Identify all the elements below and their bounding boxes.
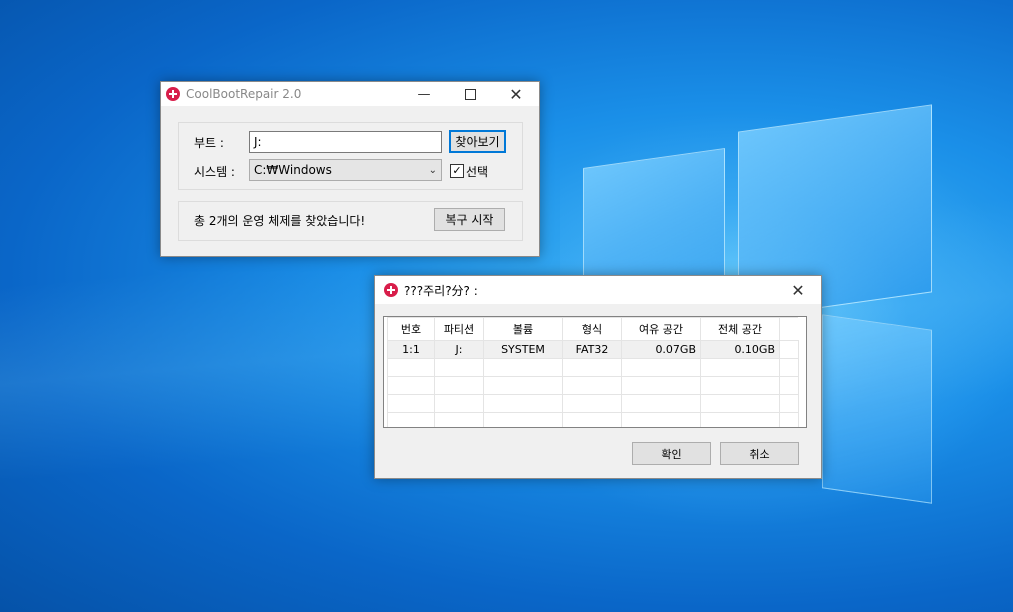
table-cell: 0.07GB: [621, 340, 701, 359]
table-row-empty: [387, 412, 799, 427]
column-header[interactable]: 볼륨: [483, 317, 563, 341]
table-cell: 1:1: [387, 340, 435, 359]
minimize-icon: —: [417, 86, 431, 102]
table-row[interactable]: 1:1 J: SYSTEM FAT32 0.07GB 0.10GB: [387, 340, 799, 359]
system-select[interactable]: C:₩Windows ⌄: [249, 159, 442, 181]
table-cell: FAT32: [562, 340, 622, 359]
close-button[interactable]: ✕: [493, 82, 539, 106]
system-label: 시스템 :: [194, 165, 235, 179]
red-cross-icon: [384, 283, 398, 297]
table-row-empty: [387, 358, 799, 377]
table-cell: J:: [434, 340, 484, 359]
table-header: 번호 파티션 볼륨 형식 여유 공간 전체 공간: [387, 317, 798, 341]
chevron-down-icon: ⌄: [428, 165, 437, 176]
titlebar: CoolBootRepair 2.0 — ✕: [161, 82, 539, 106]
close-icon: ✕: [791, 280, 805, 300]
system-select-value: C:₩Windows: [254, 163, 332, 177]
select-label: 선택: [466, 165, 489, 179]
select-checkbox[interactable]: ✓: [450, 164, 464, 178]
column-header[interactable]: 형식: [562, 317, 622, 341]
browse-button[interactable]: 찾아보기: [449, 130, 506, 153]
dialog-close-button[interactable]: ✕: [775, 276, 821, 304]
column-spacer: [779, 317, 798, 341]
table-cell-empty: [779, 340, 799, 359]
repair-start-button[interactable]: 복구 시작: [434, 208, 505, 231]
windows-logo-pane-br: [822, 314, 932, 504]
close-icon: ✕: [509, 84, 523, 104]
window-title: CoolBootRepair 2.0: [186, 87, 302, 101]
partition-dialog: ???주리?分? : ✕ 번호 파티션 볼륨 형식 여유 공간 전체 공간 1:…: [374, 275, 822, 479]
partition-list[interactable]: 번호 파티션 볼륨 형식 여유 공간 전체 공간 1:1 J: SYSTEM F…: [383, 316, 807, 428]
boot-label: 부트 :: [194, 136, 224, 150]
maximize-button[interactable]: [447, 82, 493, 106]
table-row-empty: [387, 394, 799, 413]
dialog-title: ???주리?分? :: [404, 283, 478, 298]
ok-button[interactable]: 확인: [632, 442, 711, 465]
maximize-icon: [464, 88, 476, 100]
status-text: 총 2개의 운영 체제를 찾았습니다!: [194, 214, 366, 228]
partition-table: 번호 파티션 볼륨 형식 여유 공간 전체 공간 1:1 J: SYSTEM F…: [387, 317, 799, 427]
coolbootrepair-window: CoolBootRepair 2.0 — ✕ 부트 : J: 찾아보기 시스템 …: [160, 81, 540, 257]
cancel-button[interactable]: 취소: [720, 442, 799, 465]
column-header[interactable]: 파티션: [434, 317, 484, 341]
column-header[interactable]: 여유 공간: [621, 317, 701, 341]
column-header[interactable]: 전체 공간: [700, 317, 780, 341]
dialog-titlebar: ???주리?分? : ✕: [375, 276, 821, 304]
table-row-empty: [387, 376, 799, 395]
minimize-button[interactable]: —: [401, 82, 447, 106]
column-header[interactable]: 번호: [387, 317, 435, 341]
table-cell: 0.10GB: [700, 340, 780, 359]
red-cross-icon: [166, 87, 180, 101]
table-cell: SYSTEM: [483, 340, 563, 359]
boot-input[interactable]: J:: [249, 131, 442, 153]
